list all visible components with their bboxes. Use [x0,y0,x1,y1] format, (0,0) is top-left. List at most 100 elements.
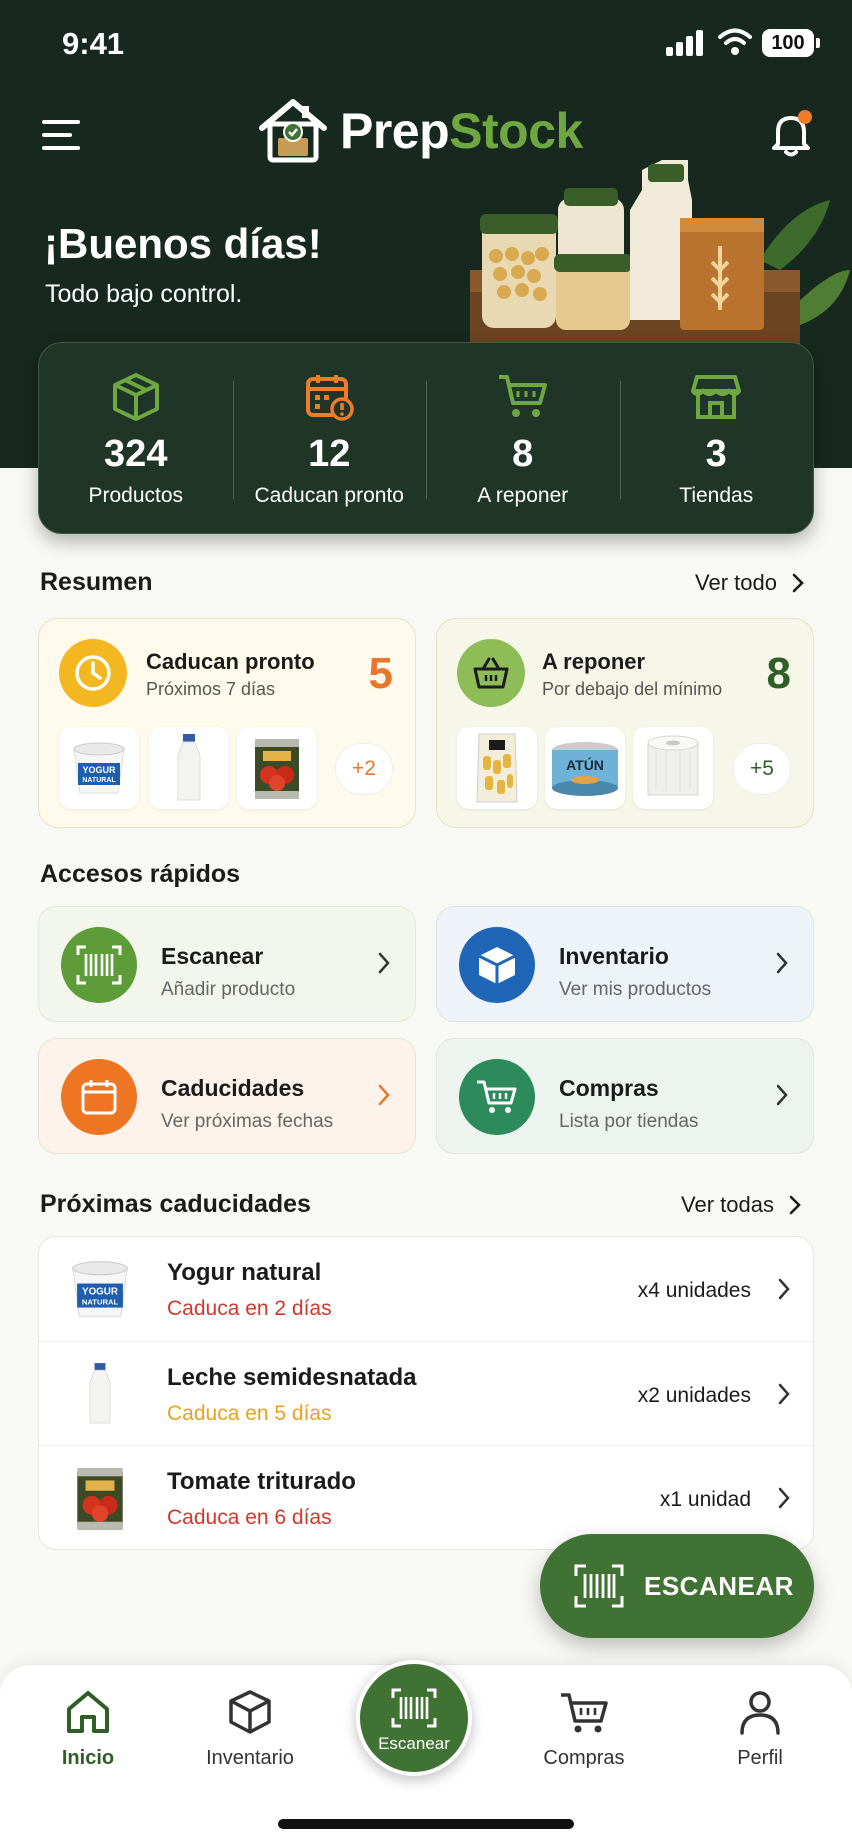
quick-title: Caducidades [161,1075,305,1101]
more-products-badge[interactable]: +5 [733,743,791,795]
product-qty: x2 unidades [637,1384,751,1407]
chevron-right-icon [776,952,788,974]
signal-icon [666,30,706,56]
subgreeting: Todo bajo control. [45,280,243,308]
box-icon [112,373,159,421]
stats-card: 324 Productos 12 Caducan pronto 8 A repo… [38,342,814,534]
cube-icon [459,927,535,1003]
nav-inicio[interactable]: Inicio [18,1689,158,1770]
quick-subtitle: Ver próximas fechas [161,1111,334,1132]
quick-subtitle: Añadir producto [161,979,296,1000]
list-item[interactable]: YOGUR NATURAL Yogur natural Caduca en 2 d… [39,1237,813,1341]
stat-label: Tiendas [679,484,754,507]
quick-compras[interactable]: Compras Lista por tiendas [436,1038,814,1154]
battery-icon: 100 [762,29,820,57]
summary-subtitle: Por debajo del mínimo [542,679,723,699]
barcode-icon [61,927,137,1003]
section-title-accesos: Accesos rápidos [40,860,241,888]
quick-title: Escanear [161,943,264,969]
summary-subtitle: Próximos 7 días [146,679,276,699]
expiring-list: YOGUR NATURAL Yogur natural Caduca en 2 d… [38,1236,814,1550]
quick-caducidades[interactable]: Caducidades Ver próximas fechas [38,1038,416,1154]
stat-caducan-pronto[interactable]: 12 Caducan pronto [232,343,427,533]
menu-icon[interactable] [42,118,80,152]
scan-fab-button[interactable]: ESCANEAR [540,1534,814,1638]
stat-label: Caducan pronto [254,484,404,507]
summary-count: 5 [368,649,393,698]
nav-label: Perfil [737,1747,783,1769]
summary-card-reponer[interactable]: A reponer Por debajo del mínimo 8 ATÚN +… [436,618,814,828]
status-time: 9:41 [62,26,125,61]
chevron-right-icon [378,1084,390,1106]
quick-title: Inventario [559,943,669,969]
expiry-text: Caduca en 5 días [167,1402,332,1425]
wifi-icon [718,28,752,55]
quick-title: Compras [559,1075,659,1101]
stat-a-reponer[interactable]: 8 A reponer [426,343,620,533]
nav-label: Inventario [206,1747,294,1769]
product-name: Yogur natural [167,1259,322,1286]
barcode-icon [391,1688,437,1728]
summary-title: Caducan pronto [146,649,315,674]
notification-dot [798,110,812,124]
product-thumb-leche [59,1354,141,1434]
yogur-label-line2: NATURAL [82,1297,119,1306]
store-icon [691,375,742,419]
chevron-right-icon [776,1084,788,1106]
status-bar: 9:41 100 [0,0,852,90]
quick-escanear[interactable]: Escanear Añadir producto [38,906,416,1022]
ver-todas-link[interactable]: Ver todas [681,1192,802,1218]
ver-todo-link[interactable]: Ver todo [695,570,805,596]
nav-inventario[interactable]: Inventario [180,1689,320,1770]
product-name: Leche semidesnatada [167,1364,417,1391]
stat-label: Productos [88,484,184,507]
product-qty: x4 unidades [637,1279,751,1302]
chevron-right-icon [792,573,804,593]
cart-icon [459,1059,535,1135]
chevron-right-icon [778,1383,790,1405]
section-title-caducidades: Próximas caducidades [40,1190,311,1218]
nav-label: Inicio [61,1747,115,1769]
user-icon [740,1691,780,1735]
chevron-right-icon [778,1487,790,1509]
stat-tiendas[interactable]: 3 Tiendas [619,343,814,533]
product-thumb-tomate [237,727,317,809]
ver-todas-label: Ver todas [681,1192,774,1217]
nav-compras[interactable]: Compras [514,1689,654,1770]
product-thumb-tomate [59,1458,141,1538]
nav-label: Escanear [378,1734,450,1753]
cube-icon [229,1690,271,1734]
stat-productos[interactable]: 324 Productos [39,343,233,533]
barcode-icon [574,1564,624,1608]
quick-inventario[interactable]: Inventario Ver mis productos [436,906,814,1022]
more-products-badge[interactable]: +2 [335,743,393,795]
section-title-resumen: Resumen [40,568,153,596]
product-thumb-leche [149,727,229,809]
house-logo-icon [259,99,327,163]
summary-card-caducan[interactable]: Caducan pronto Próximos 7 días 5 YOGUR N… [38,618,416,828]
product-thumb-yogur: YOGUR NATURAL [59,727,139,809]
cart-icon [561,1693,608,1733]
expiry-text: Caduca en 2 días [167,1297,332,1320]
chevron-right-icon [778,1278,790,1300]
nav-escanear-button[interactable]: Escanear [356,1660,472,1776]
scan-fab-label: ESCANEAR [644,1570,794,1601]
list-item[interactable]: Leche semidesnatada Caduca en 5 días x2 … [39,1341,813,1445]
calendar-alert-icon [306,375,354,421]
quick-subtitle: Lista por tiendas [559,1111,699,1132]
basket-icon [457,639,525,707]
product-thumb-pasta [457,727,537,809]
clock-icon [59,639,127,707]
stat-value: 8 [512,433,534,475]
nav-label: Compras [543,1747,625,1769]
chevron-right-icon [378,952,390,974]
stat-label: A reponer [477,484,569,507]
stat-value: 324 [104,433,168,475]
summary-count: 8 [766,649,791,698]
home-indicator [278,1819,574,1829]
nav-perfil[interactable]: Perfil [690,1689,830,1770]
product-thumb-atun: ATÚN [545,727,625,809]
yogur-label-line1: YOGUR [82,765,116,775]
atun-label: ATÚN [566,756,604,773]
home-icon [67,1691,109,1733]
